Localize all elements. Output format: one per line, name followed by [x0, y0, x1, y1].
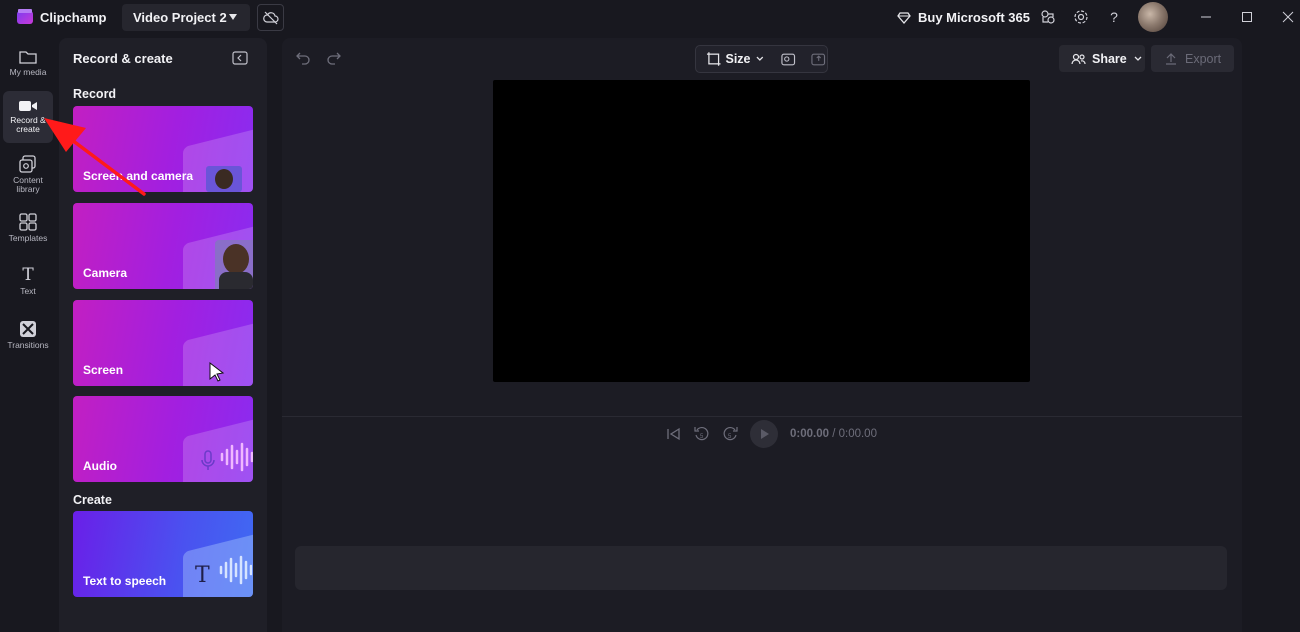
nav-item-transitions[interactable]: Transitions: [3, 312, 53, 362]
nav-label: Transitions: [7, 340, 49, 350]
app-name: Clipchamp: [40, 10, 107, 25]
card-label: Camera: [83, 266, 128, 280]
nav-label: Templates: [8, 233, 48, 243]
current-time: 0:00.00: [790, 428, 830, 440]
project-name-dropdown[interactable]: Video Project 2: [122, 4, 250, 31]
nav-label: Text: [20, 286, 36, 296]
nav-item-content-library[interactable]: Content library: [3, 147, 53, 201]
folder-icon: [19, 51, 37, 64]
buy-microsoft-365-button[interactable]: Buy Microsoft 365: [897, 10, 1030, 25]
person-thumbnail: [206, 166, 242, 192]
card-screen-and-camera[interactable]: Screen and camera: [73, 106, 253, 192]
maximize-icon[interactable]: [1238, 8, 1256, 26]
templates-grid-icon: [19, 213, 37, 231]
nav-item-record-create[interactable]: Record & create: [3, 91, 53, 143]
card-label: Screen and camera: [83, 169, 194, 183]
user-avatar[interactable]: [1138, 2, 1168, 32]
waveform-icon: [220, 442, 253, 472]
transitions-icon: [20, 321, 36, 337]
size-label[interactable]: Size: [725, 52, 750, 66]
chevron-down-icon: [229, 14, 237, 20]
create-section-header: Create: [73, 493, 112, 507]
playback-controls: 5 5 0:00.00 / 0:00.00: [666, 420, 877, 448]
total-time: 0:00.00: [838, 428, 877, 440]
nav-item-my-media[interactable]: My media: [3, 41, 53, 91]
help-icon[interactable]: ?: [1105, 8, 1123, 26]
project-name: Video Project 2: [133, 10, 227, 25]
card-label: Screen: [83, 363, 124, 377]
record-section-header: Record: [73, 87, 117, 101]
share-button[interactable]: Share: [1059, 45, 1145, 72]
rewind-5s-icon[interactable]: 5: [694, 426, 710, 442]
editor-main: Size Share Export 5 5 0:00.00 / 0:00.00: [282, 38, 1242, 632]
clipchamp-logo-icon: [17, 9, 33, 24]
share-feedback-icon[interactable]: [1039, 8, 1057, 26]
card-label: Audio: [83, 459, 117, 473]
panel-title: Record & create: [73, 51, 173, 66]
export-frame-icon[interactable]: [810, 51, 827, 67]
title-bar: Clipchamp Video Project 2 Buy Microsoft …: [0, 0, 1300, 36]
card-screen[interactable]: Screen: [73, 300, 253, 386]
cloud-off-icon: [262, 11, 279, 24]
card-audio[interactable]: Audio: [73, 396, 253, 482]
card-label: Text to speech: [83, 574, 167, 588]
record-create-panel: Record & create Record Screen and camera…: [59, 38, 267, 632]
export-label: Export: [1185, 51, 1222, 66]
share-label: Share: [1092, 51, 1127, 66]
person-thumbnail: [215, 240, 253, 289]
crop-resize-icon: [706, 52, 721, 66]
card-text-to-speech[interactable]: T Text to speech: [73, 511, 253, 597]
chevron-down-icon: [755, 56, 763, 61]
cloud-sync-button[interactable]: [257, 4, 284, 31]
play-button[interactable]: [750, 420, 778, 448]
redo-icon[interactable]: [327, 51, 341, 65]
nav-label: Record & create: [10, 115, 46, 134]
close-icon[interactable]: [1279, 8, 1297, 26]
mouse-pointer-icon: [209, 362, 225, 382]
video-preview-canvas[interactable]: [493, 80, 1030, 382]
background-shapes-icon[interactable]: [780, 51, 797, 67]
forward-5s-icon[interactable]: 5: [722, 426, 738, 442]
diamond-icon: [897, 11, 911, 24]
skip-to-start-icon[interactable]: [666, 427, 682, 441]
export-button[interactable]: Export: [1151, 45, 1234, 72]
nav-item-text[interactable]: T Text: [3, 258, 53, 308]
time-readout: 0:00.00 / 0:00.00: [790, 428, 877, 440]
divider: [282, 416, 1242, 417]
nav-item-templates[interactable]: Templates: [3, 205, 53, 255]
left-navigation: My media Record & create Content library…: [0, 38, 56, 632]
text-t-icon: T: [22, 265, 34, 285]
buy-label: Buy Microsoft 365: [918, 10, 1030, 25]
canvas-toolbar: Size: [695, 45, 828, 73]
upload-icon: [1166, 53, 1176, 65]
settings-gear-icon[interactable]: [1072, 8, 1090, 26]
chevron-down-icon: [1134, 56, 1142, 61]
nav-label: My media: [9, 67, 47, 77]
video-camera-icon: [19, 101, 37, 111]
people-icon: [1071, 53, 1086, 64]
microphone-icon: [201, 450, 215, 470]
play-icon: [761, 429, 769, 439]
content-library-icon: [19, 155, 36, 173]
timeline-track[interactable]: [295, 546, 1227, 590]
waveform-icon: [219, 555, 252, 585]
minimize-icon[interactable]: [1197, 8, 1215, 26]
text-t-icon: T: [195, 563, 210, 588]
nav-label: Content library: [13, 175, 43, 194]
undo-icon[interactable]: [296, 51, 310, 65]
collapse-panel-icon[interactable]: [232, 51, 248, 65]
card-camera[interactable]: Camera: [73, 203, 253, 289]
